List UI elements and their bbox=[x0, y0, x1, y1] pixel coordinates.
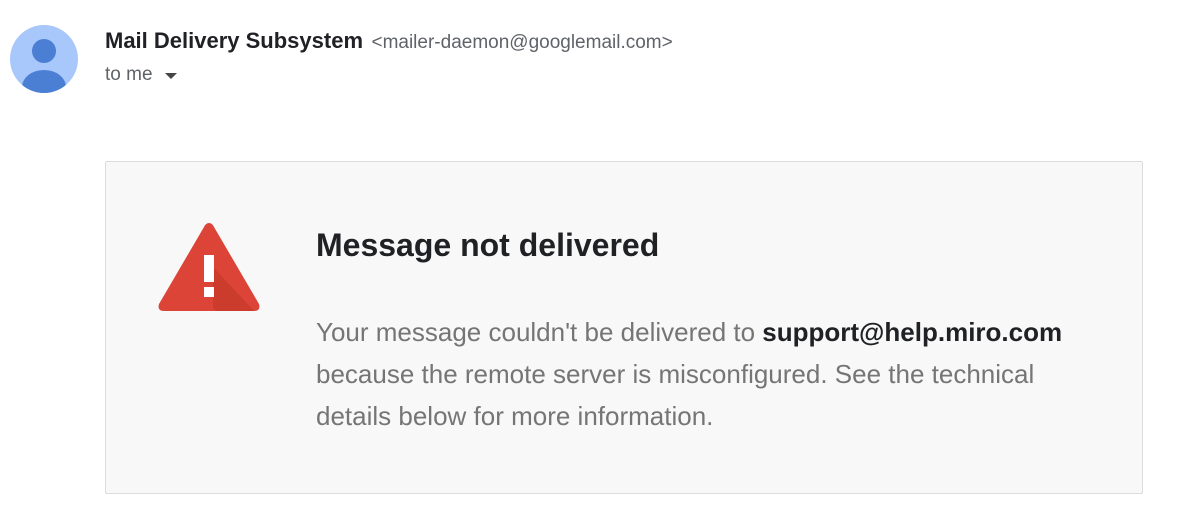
bounce-notice-card: Message not delivered Your message could… bbox=[105, 161, 1143, 494]
sender-email: <mailer-daemon@googlemail.com> bbox=[371, 32, 673, 53]
warning-triangle-icon bbox=[158, 223, 260, 311]
sender-avatar[interactable] bbox=[10, 25, 78, 93]
email-view: Mail Delivery Subsystem <mailer-daemon@g… bbox=[0, 0, 1200, 531]
chevron-down-icon[interactable] bbox=[164, 73, 177, 79]
bounce-message-intro: Your message couldn't be delivered to bbox=[316, 317, 763, 347]
bounce-title: Message not delivered bbox=[316, 227, 660, 263]
bounce-message: Your message couldn't be delivered to su… bbox=[316, 311, 1106, 437]
recipient-details-toggle[interactable]: to me bbox=[105, 64, 177, 86]
sender-line: Mail Delivery Subsystem <mailer-daemon@g… bbox=[105, 28, 673, 54]
recipient-label: to me bbox=[105, 64, 153, 85]
sender-name[interactable]: Mail Delivery Subsystem bbox=[105, 28, 363, 53]
bounce-message-reason: because the remote server is misconfigur… bbox=[316, 359, 1035, 431]
person-avatar-icon bbox=[10, 25, 78, 93]
failed-recipient-address: support@help.miro.com bbox=[762, 317, 1063, 347]
